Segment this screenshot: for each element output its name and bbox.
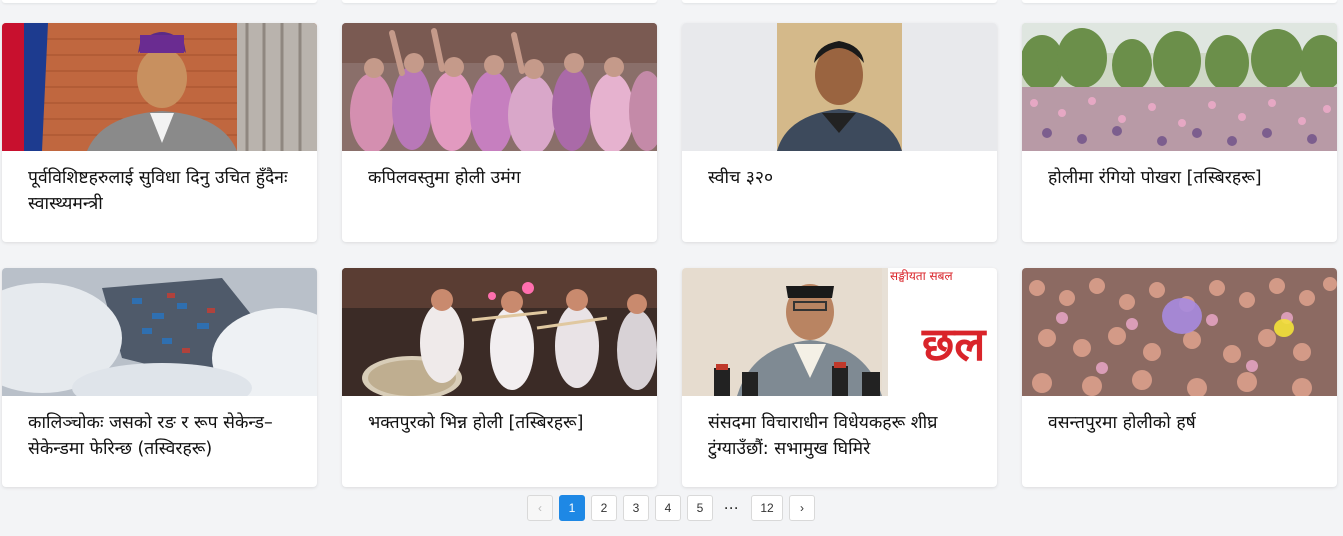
news-card[interactable]: कालिञ्चोकः जसको रङ र रूप सेकेन्ड–सेकेन्ड… [2, 268, 317, 487]
svg-text:सङ्घीयता सबल: सङ्घीयता सबल [890, 269, 954, 283]
next-page-button[interactable]: › [789, 495, 815, 521]
speaker-ghimire-press-photo: छल सङ्घीयता सबल [682, 268, 997, 396]
news-title[interactable]: भक्तपुरको भिन्न होली [तस्बिरहरू] [368, 410, 638, 436]
page-5-button[interactable]: 5 [687, 495, 713, 521]
news-title[interactable]: होलीमा रंगियो पोखरा [तस्बिरहरू] [1048, 165, 1318, 191]
page-3-button[interactable]: 3 [623, 495, 649, 521]
news-card[interactable]: वसन्तपुरमा होलीको हर्ष [1022, 268, 1337, 487]
page-2-button[interactable]: 2 [591, 495, 617, 521]
kalinchowk-clouds-aerial-photo [2, 268, 317, 396]
previous-row-card-edges [0, 0, 1343, 12]
news-title[interactable]: कालिञ्चोकः जसको रङ र रूप सेकेन्ड–सेकेन्ड… [28, 410, 298, 462]
pokhara-holi-crowd-photo [1022, 23, 1337, 151]
card-edge [682, 0, 997, 3]
card-edge [342, 0, 657, 3]
pagination-ellipsis: ··· [724, 501, 740, 515]
news-title[interactable]: कपिलवस्तुमा होली उमंग [368, 165, 638, 191]
man-portrait-photo [682, 23, 997, 151]
news-card[interactable]: भक्तपुरको भिन्न होली [तस्बिरहरू] [342, 268, 657, 487]
kapilvastu-holi-crowd-photo [342, 23, 657, 151]
news-title[interactable]: स्वीच ३२० [708, 165, 978, 191]
prev-page-button[interactable]: ‹ [527, 495, 553, 521]
page-1-button[interactable]: 1 [559, 495, 585, 521]
bhaktapur-holi-musicians-photo [342, 268, 657, 396]
news-card[interactable]: कपिलवस्तुमा होली उमंग [342, 23, 657, 242]
news-card[interactable]: छल सङ्घीयता सबल संसदमा विचाराधीन विधेयकह… [682, 268, 997, 487]
basantapur-holi-crowd-photo [1022, 268, 1337, 396]
pagination: ‹ 1 2 3 4 5 ··· 12 › [527, 495, 815, 521]
news-title[interactable]: वसन्तपुरमा होलीको हर्ष [1048, 410, 1318, 436]
news-card[interactable]: होलीमा रंगियो पोखरा [तस्बिरहरू] [1022, 23, 1337, 242]
news-title[interactable]: पूर्वविशिष्टहरुलाई सुविधा दिनु उचित हुँद… [28, 165, 298, 217]
news-card[interactable]: पूर्वविशिष्टहरुलाई सुविधा दिनु उचित हुँद… [2, 23, 317, 242]
card-edge [2, 0, 317, 3]
page-12-button[interactable]: 12 [751, 495, 783, 521]
health-minister-photo [2, 23, 317, 151]
card-edge [1022, 0, 1337, 3]
svg-text:छल: छल [921, 317, 987, 371]
page-4-button[interactable]: 4 [655, 495, 681, 521]
news-card[interactable]: स्वीच ३२० [682, 23, 997, 242]
news-title[interactable]: संसदमा विचाराधीन विधेयकहरू शीघ्र टुंग्या… [708, 410, 978, 462]
